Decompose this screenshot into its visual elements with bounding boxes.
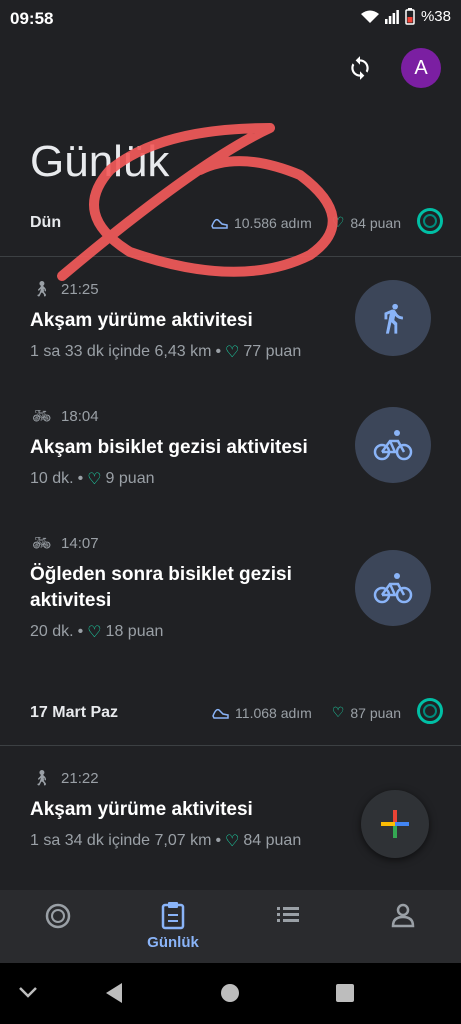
activity-points: 18 puan <box>105 623 164 640</box>
battery-icon <box>405 8 415 25</box>
activity-title: Öğleden sonra bisiklet gezisi aktivitesi <box>30 564 292 611</box>
bike-icon: 🚲︎ <box>32 535 52 552</box>
activity-points: 84 puan <box>243 832 302 849</box>
heart-points-icon: ♡ <box>87 471 102 488</box>
day-label: 17 Mart Paz <box>30 704 119 721</box>
journal-icon <box>161 902 185 930</box>
activity-time: 🚶︎ 21:22 <box>32 769 99 788</box>
activity-item[interactable]: 🚲︎ 18:04 Akşam bisiklet gezisi aktivites… <box>0 407 461 507</box>
battery-level: %38 <box>420 8 451 25</box>
back-icon[interactable] <box>104 982 124 1004</box>
bottom-navigation: Günlük <box>0 890 461 963</box>
day-summary-17-mart[interactable]: 17 Mart Paz 11.068 adım ♡ 87 puan <box>0 686 461 746</box>
nav-home[interactable] <box>18 902 98 934</box>
profile-icon <box>391 903 415 928</box>
walking-icon: 🚶︎ <box>32 281 52 298</box>
day-stats: 10.586 adım ♡ 84 puan <box>210 214 401 231</box>
goal-ring-icon <box>417 208 443 234</box>
heart-points-icon: ♡ <box>331 214 345 230</box>
heart-points-icon: ♡ <box>225 833 240 850</box>
points-count: 84 puan <box>350 214 401 231</box>
steps-count: 11.068 adım <box>235 704 312 721</box>
chevron-down-icon[interactable] <box>18 985 38 999</box>
points-count: 87 puan <box>350 704 401 721</box>
wifi-icon <box>360 10 379 23</box>
activity-title: Akşam yürüme aktivitesi <box>30 310 253 331</box>
activity-duration: 1 sa 34 dk içinde 7,07 km <box>30 832 212 849</box>
heart-points-icon: ♡ <box>225 344 240 361</box>
bike-icon: 🚲︎ <box>32 408 52 425</box>
walking-icon: 🚶︎ <box>32 770 52 787</box>
heart-points-icon: ♡ <box>331 704 345 720</box>
activity-item[interactable]: 🚶︎ 21:25 Akşam yürüme aktivitesi 1 sa 33… <box>0 280 461 380</box>
activity-time-text: 18:04 <box>61 407 99 425</box>
activity-meta: 1 sa 34 dk içinde 7,07 km • ♡ 84 puan <box>30 832 302 850</box>
nav-journal[interactable]: Günlük <box>133 902 213 951</box>
walking-badge-icon <box>355 280 431 356</box>
activity-time-text: 21:25 <box>61 280 99 298</box>
recents-icon[interactable] <box>336 984 354 1002</box>
heart-points-icon: ♡ <box>87 624 102 641</box>
activity-time: 🚲︎ 14:07 <box>32 534 99 553</box>
status-time: 09:58 <box>10 9 54 28</box>
activity-title: Akşam yürüme aktivitesi <box>30 799 253 820</box>
list-icon <box>277 907 299 922</box>
activity-time-text: 14:07 <box>61 534 99 552</box>
activity-time: 🚲︎ 18:04 <box>32 407 99 426</box>
nav-profile[interactable] <box>363 902 443 932</box>
status-bar: 09:58 %38 <box>0 0 461 36</box>
plus-icon <box>381 810 409 838</box>
bike-badge-icon <box>355 550 431 626</box>
sync-icon[interactable] <box>347 55 373 81</box>
nav-journal-label: Günlük <box>147 934 199 951</box>
divider <box>0 256 461 257</box>
activity-duration: 20 dk. <box>30 623 74 640</box>
activity-title: Akşam bisiklet gezisi aktivitesi <box>30 437 308 458</box>
divider <box>0 745 461 746</box>
top-actions: A <box>347 48 441 88</box>
steps-icon <box>211 218 228 229</box>
day-label: Dün <box>30 214 62 231</box>
signal-icon <box>384 9 399 24</box>
home-ring-icon <box>45 903 71 929</box>
day-stats: 11.068 adım ♡ 87 puan <box>211 704 401 721</box>
day-summary-yesterday[interactable]: Dün 10.586 adım ♡ 84 puan <box>0 196 461 256</box>
activity-duration: 1 sa 33 dk içinde 6,43 km <box>30 343 212 360</box>
goal-ring-icon <box>417 698 443 724</box>
activity-duration: 10 dk. <box>30 470 74 487</box>
activity-time: 🚶︎ 21:25 <box>32 280 99 299</box>
status-icons: %38 <box>360 8 451 25</box>
page-title: Günlük <box>30 137 170 187</box>
bike-badge-icon <box>355 407 431 483</box>
activity-points: 77 puan <box>243 343 302 360</box>
home-icon[interactable] <box>220 983 240 1003</box>
system-navigation-bar <box>0 963 461 1024</box>
steps-icon <box>212 708 229 719</box>
activity-time-text: 21:22 <box>61 769 99 787</box>
activity-meta: 20 dk. • ♡ 18 puan <box>30 623 164 641</box>
steps-count: 10.586 adım <box>233 214 312 231</box>
activity-meta: 1 sa 33 dk içinde 6,43 km • ♡ 77 puan <box>30 343 302 361</box>
avatar[interactable]: A <box>401 48 441 88</box>
activity-meta: 10 dk. • ♡ 9 puan <box>30 470 155 488</box>
add-activity-button[interactable] <box>361 790 429 858</box>
activity-points: 9 puan <box>105 470 155 487</box>
nav-browse[interactable] <box>248 902 328 930</box>
activity-item[interactable]: 🚲︎ 14:07 Öğleden sonra bisiklet gezisi a… <box>0 534 461 644</box>
